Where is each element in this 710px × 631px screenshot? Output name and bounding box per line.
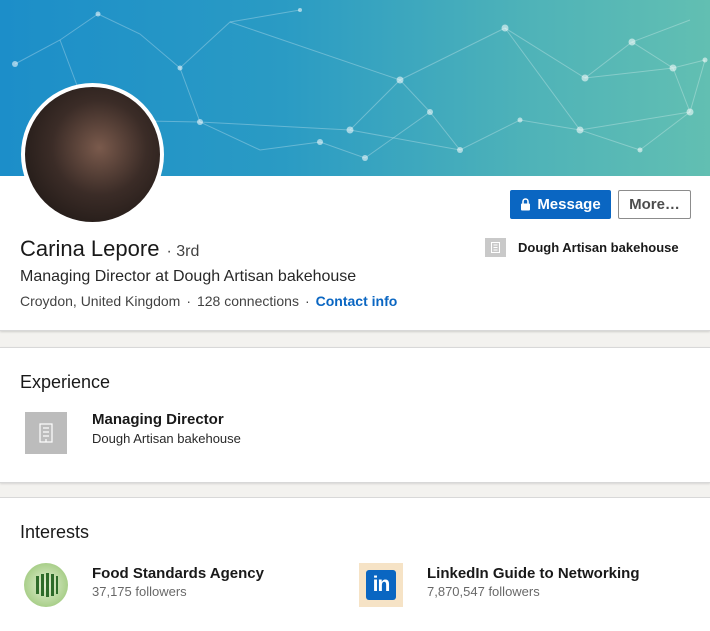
building-icon: [485, 238, 506, 257]
linkedin-logo-text: in: [366, 570, 396, 600]
interests-title: Interests: [20, 522, 90, 542]
message-button[interactable]: Message: [510, 190, 611, 219]
current-company-name: Dough Artisan bakehouse: [518, 240, 679, 255]
meta-separator: ·: [304, 293, 310, 309]
experience-role[interactable]: Managing Director: [92, 411, 224, 428]
interest-name: Food Standards Agency: [92, 565, 264, 582]
message-button-label: Message: [537, 196, 601, 213]
profile-top-card: Message More… Carina Lepore · 3rd Managi…: [0, 0, 710, 331]
fsa-logo-icon: [24, 563, 68, 607]
profile-name: Carina Lepore: [20, 236, 160, 261]
experience-section: Experience Managing Director Dough Artis…: [0, 347, 710, 483]
profile-headline: Managing Director at Dough Artisan bakeh…: [20, 268, 357, 285]
lock-icon: [521, 198, 531, 211]
experience-company: Dough Artisan bakehouse: [92, 431, 241, 446]
meta-separator: ·: [186, 293, 191, 309]
contact-info-link[interactable]: Contact info: [316, 293, 398, 309]
name-row: Carina Lepore · 3rd: [20, 236, 199, 262]
building-icon[interactable]: [25, 412, 67, 454]
connection-degree: · 3rd: [166, 243, 200, 260]
profile-location: Croydon, United Kingdom: [20, 293, 181, 309]
avatar-photo: [25, 87, 160, 222]
interest-followers: 37,175 followers: [92, 584, 187, 599]
interest-name: LinkedIn Guide to Networking: [427, 565, 640, 582]
linkedin-logo-icon: in: [359, 563, 403, 607]
interests-section: Interests Food Standards Agency 37,175 f…: [0, 497, 710, 631]
profile-meta: Croydon, United Kingdom · 128 connection…: [20, 293, 397, 309]
interest-followers: 7,870,547 followers: [427, 584, 540, 599]
profile-avatar[interactable]: [21, 83, 164, 226]
profile-connections[interactable]: 128 connections: [197, 293, 299, 309]
experience-title: Experience: [20, 372, 111, 392]
current-company-link[interactable]: Dough Artisan bakehouse: [485, 238, 679, 257]
more-button[interactable]: More…: [618, 190, 691, 219]
